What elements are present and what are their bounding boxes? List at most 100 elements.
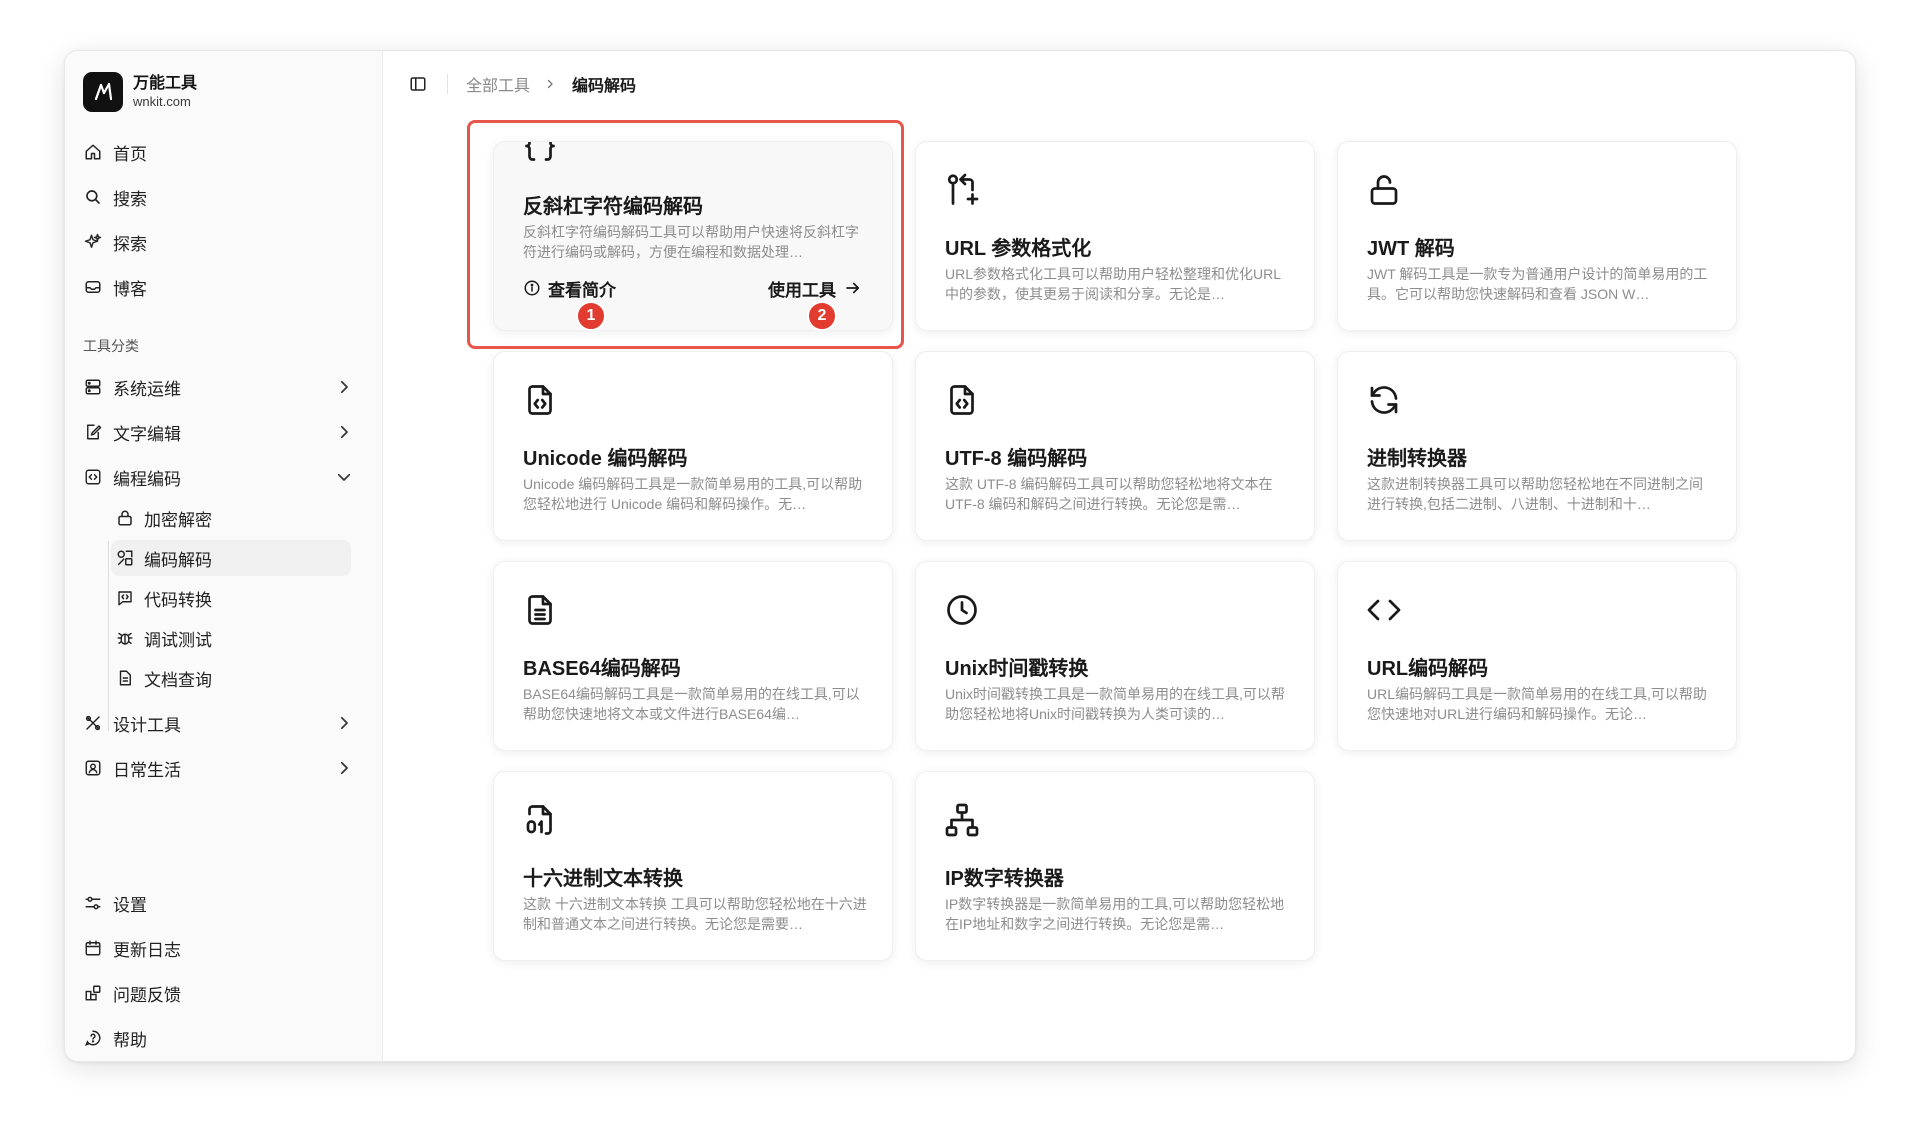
network-icon: [945, 803, 979, 837]
sub-item-docs[interactable]: 文档查询: [111, 660, 351, 696]
sub-item-encode-decode[interactable]: 编码解码: [111, 540, 351, 576]
topbar: 全部工具 编码解码: [407, 71, 636, 97]
search-icon: [83, 187, 103, 207]
sub-item-label: 代码转换: [144, 590, 212, 610]
chevron-right-icon: [340, 761, 348, 775]
sub-item-label: 文档查询: [144, 670, 212, 690]
tree-guide-line: [108, 541, 109, 731]
nav-item-blog[interactable]: 博客: [81, 268, 367, 306]
view-intro-label: 查看简介: [548, 280, 616, 300]
tool-card-radix[interactable]: 进制转换器 这款进制转换器工具可以帮助您轻松地在不同进制之间进行转换,包括二进制…: [1337, 351, 1737, 541]
design-tools-icon: [83, 713, 103, 733]
tool-card-title: Unix时间戳转换: [945, 658, 1089, 680]
tool-card-hex-text[interactable]: 十六进制文本转换 这款 十六进制文本转换 工具可以帮助您轻松地在十六进制和普通文…: [493, 771, 893, 961]
tool-card-title: Unicode 编码解码: [523, 448, 688, 470]
tool-card-title: 反斜杠字符编码解码: [523, 196, 703, 218]
nav-item-label: 问题反馈: [113, 985, 181, 1005]
home-icon: [83, 142, 103, 162]
sidebar-toggle-button[interactable]: [407, 73, 429, 95]
brand-domain: wnkit.com: [133, 94, 191, 109]
nav-item-daily-life[interactable]: 日常生活: [81, 749, 367, 787]
lock-icon: [115, 508, 135, 528]
tool-card-title: 十六进制文本转换: [523, 868, 683, 890]
shapes-icon: [115, 548, 135, 568]
tool-card-backslash[interactable]: 反斜杠字符编码解码 反斜杠字符编码解码工具可以帮助用户快速将反斜杠字符进行编码或…: [493, 141, 893, 331]
breadcrumb-current: 编码解码: [572, 78, 637, 95]
nav-item-changelog[interactable]: 更新日志: [81, 929, 367, 967]
nav-item-help[interactable]: 帮助: [81, 1019, 367, 1057]
sub-item-encrypt[interactable]: 加密解密: [111, 500, 351, 536]
tool-card-desc: 这款 十六进制文本转换 工具可以帮助您轻松地在十六进制和普通文本之间进行转换。无…: [523, 896, 867, 932]
tool-card-url-encode[interactable]: URL编码解码 URL编码解码工具是一款简单易用的在线工具,可以帮助您快速地对U…: [1337, 561, 1737, 751]
tool-card-desc: URL编码解码工具是一款简单易用的在线工具,可以帮助您快速地对URL进行编码和解…: [1367, 686, 1707, 722]
unlock-icon: [1370, 175, 1398, 205]
tool-card-title: URL编码解码: [1367, 658, 1489, 680]
section-label-categories: 工具分类: [83, 338, 139, 354]
chevron-right-icon: [544, 77, 558, 91]
brand[interactable]: 万能工具 wnkit.com: [83, 71, 197, 113]
tool-card-utf8[interactable]: UTF-8 编码解码 这款 UTF-8 编码解码工具可以帮助您轻松地将文本在 U…: [915, 351, 1315, 541]
tool-card-title: BASE64编码解码: [523, 658, 681, 680]
sub-item-code-convert[interactable]: 代码转换: [111, 580, 351, 616]
breadcrumb: 全部工具 编码解码: [466, 72, 636, 96]
sub-item-debug-test[interactable]: 调试测试: [111, 620, 351, 656]
tool-card-desc: Unix时间戳转换工具是一款简单易用的在线工具,可以帮助您轻松地将Unix时间戳…: [945, 686, 1285, 722]
help-icon: [83, 1028, 103, 1048]
nav-item-label: 探索: [113, 234, 147, 254]
tool-card-unix-time[interactable]: Unix时间戳转换 Unix时间戳转换工具是一款简单易用的在线工具,可以帮助您轻…: [915, 561, 1315, 751]
nav-item-sysops[interactable]: 系统运维: [81, 368, 367, 406]
annotation-badge-2: 2: [807, 301, 837, 331]
brand-name: 万能工具: [133, 75, 198, 92]
nav-item-label: 更新日志: [113, 940, 181, 960]
inbox-icon: [83, 277, 103, 297]
clock-icon: [947, 595, 977, 625]
tool-card-desc: IP数字转换器是一款简单易用的工具,可以帮助您轻松地在IP地址和数字之间进行转换…: [945, 896, 1285, 932]
sub-item-label: 加密解密: [144, 510, 212, 530]
sparkles-icon: [83, 232, 103, 252]
nav-item-label: 设置: [113, 895, 147, 915]
nav-item-label: 首页: [113, 144, 147, 164]
file-text-icon: [528, 595, 552, 625]
file-code-icon: [528, 385, 552, 415]
nav-item-text-edit[interactable]: 文字编辑: [81, 413, 367, 451]
arrow-right-icon: [844, 279, 862, 297]
nav-item-programming[interactable]: 编程编码: [81, 458, 367, 496]
info-icon: [523, 279, 541, 297]
tool-card-desc: Unicode 编码解码工具是一款简单易用的工具,可以帮助您轻松地进行 Unic…: [523, 476, 863, 512]
nav-item-search[interactable]: 搜索: [81, 178, 367, 216]
nav-item-home[interactable]: 首页: [81, 133, 367, 171]
calendar-icon: [83, 938, 103, 958]
feedback-icon: [83, 983, 103, 1003]
nav-item-label: 系统运维: [113, 379, 181, 399]
chevron-down-icon: [337, 473, 351, 481]
app-window: 万能工具 wnkit.com 首页 搜索 探索 博客 工具分类 系统运维 文字编…: [64, 50, 1856, 1062]
tool-card-url-params[interactable]: URL 参数格式化 URL参数格式化工具可以帮助用户轻松整理和优化URL中的参数…: [915, 141, 1315, 331]
tool-card-title: UTF-8 编码解码: [945, 448, 1088, 470]
file-code-icon: [950, 385, 974, 415]
tool-card-desc: 反斜杠字符编码解码工具可以帮助用户快速将反斜杠字符进行编码或解码，方便在编程和数…: [523, 224, 859, 260]
nav-item-design[interactable]: 设计工具: [81, 704, 367, 742]
view-intro-button[interactable]: 查看简介: [523, 276, 616, 301]
tool-card-base64[interactable]: BASE64编码解码 BASE64编码解码工具是一款简单易用的在线工具,可以帮助…: [493, 561, 893, 751]
tool-card-title: IP数字转换器: [945, 868, 1064, 890]
braces-icon: [525, 142, 555, 161]
nav-item-explore[interactable]: 探索: [81, 223, 367, 261]
use-tool-button[interactable]: 使用工具: [768, 276, 862, 301]
tool-card-title: JWT 解码: [1367, 238, 1455, 260]
nav-item-label: 文字编辑: [113, 424, 181, 444]
sidebar-toggle-icon: [410, 77, 426, 91]
breadcrumb-root-link[interactable]: 全部工具: [466, 72, 530, 96]
edit-icon: [83, 422, 103, 442]
tool-card-desc: JWT 解码工具是一款专为普通用户设计的简单易用的工具。它可以帮助您快速解码和查…: [1367, 266, 1708, 302]
nav-item-feedback[interactable]: 问题反馈: [81, 974, 367, 1012]
nav-item-settings[interactable]: 设置: [81, 884, 367, 922]
chevron-right-icon: [340, 716, 348, 730]
nav-item-label: 日常生活: [113, 760, 181, 780]
tool-card-jwt[interactable]: JWT 解码 JWT 解码工具是一款专为普通用户设计的简单易用的工具。它可以帮助…: [1337, 141, 1737, 331]
sidebar: 万能工具 wnkit.com 首页 搜索 探索 博客 工具分类 系统运维 文字编…: [65, 51, 383, 1061]
nav-item-label: 设计工具: [113, 715, 181, 735]
tool-card-unicode[interactable]: Unicode 编码解码 Unicode 编码解码工具是一款简单易用的工具,可以…: [493, 351, 893, 541]
bug-icon: [115, 628, 135, 648]
document-icon: [115, 668, 135, 688]
tool-card-ip-number[interactable]: IP数字转换器 IP数字转换器是一款简单易用的工具,可以帮助您轻松地在IP地址和…: [915, 771, 1315, 961]
